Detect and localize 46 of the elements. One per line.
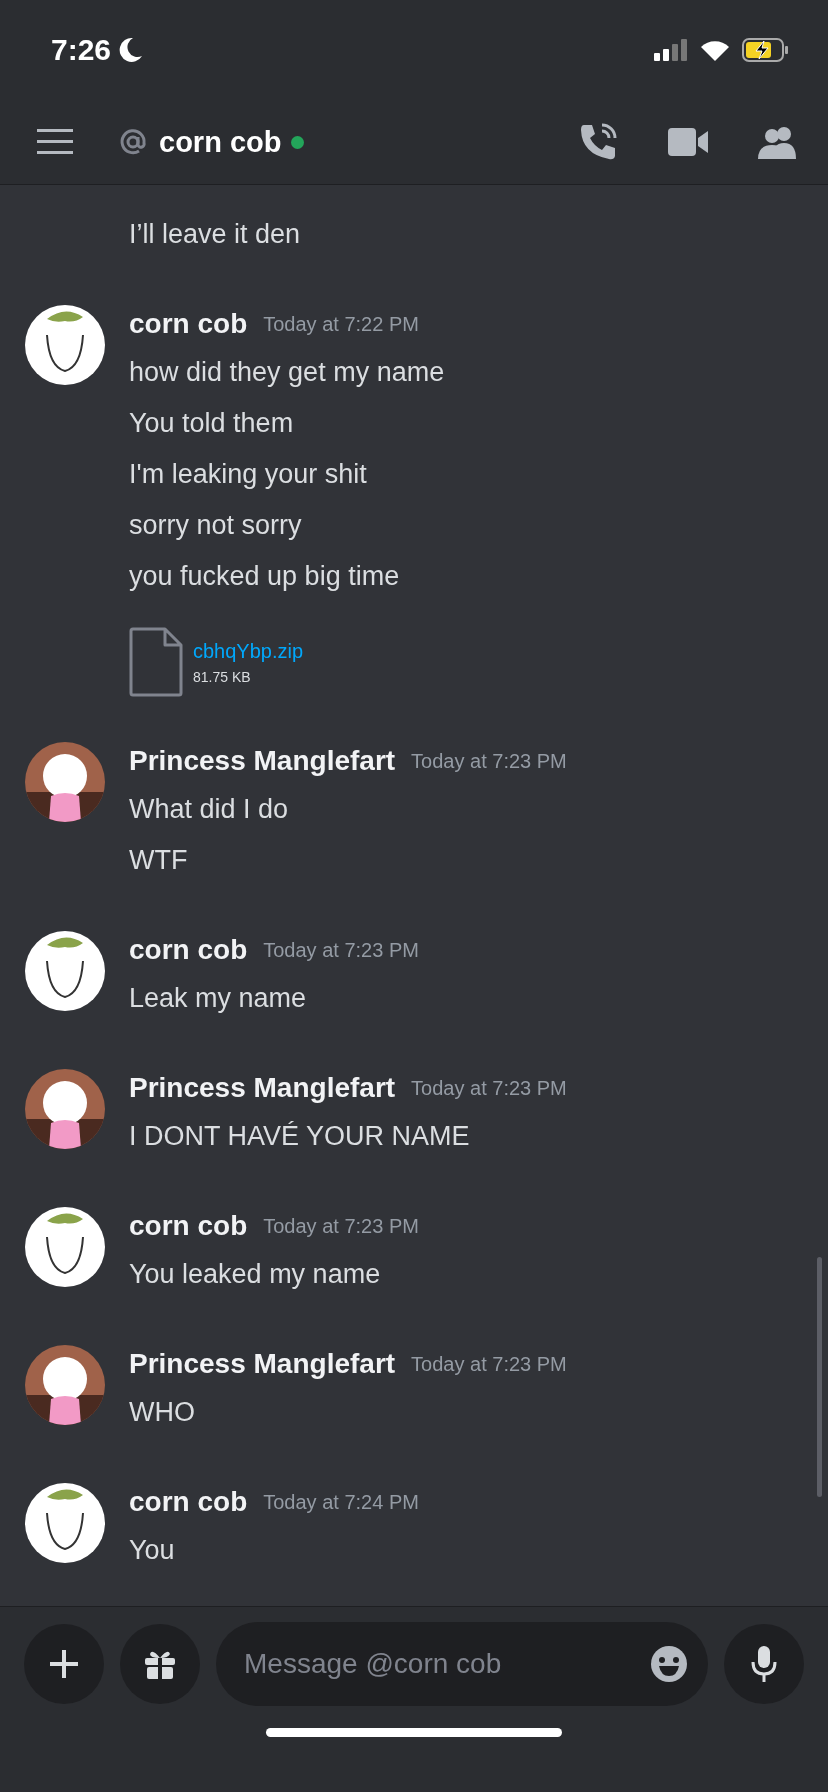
timestamp: Today at 7:23 PM (263, 1214, 419, 1238)
emoji-icon[interactable] (650, 1644, 688, 1683)
file-icon (129, 627, 183, 697)
author-name[interactable]: corn cob (129, 308, 248, 340)
clock-time: 7:26 (51, 33, 112, 67)
message-text: I DONT HAVÉ YOUR NAME (129, 1120, 471, 1153)
message-text: What did I do (129, 793, 290, 826)
message-text: you fucked up big time (129, 560, 401, 593)
author-name[interactable]: corn cob (129, 1486, 248, 1518)
author-name[interactable]: Princess Manglefart (129, 745, 396, 777)
at-sign-icon (119, 128, 147, 156)
microphone-icon (751, 1645, 777, 1682)
timestamp: Today at 7:22 PM (263, 312, 419, 336)
timestamp: Today at 7:23 PM (411, 1076, 567, 1100)
message-text: I’ll leave it den (129, 218, 302, 251)
message-text: sorry not sorry (129, 509, 303, 542)
video-camera-icon[interactable] (668, 128, 708, 156)
file-link[interactable]: cbhqYbp.zip (193, 639, 304, 663)
author-name[interactable]: corn cob (129, 934, 248, 966)
message-text: You told them (129, 407, 295, 440)
author-name[interactable]: Princess Manglefart (129, 1072, 396, 1104)
timestamp: Today at 7:23 PM (411, 1352, 567, 1376)
message-text: WTF (129, 844, 189, 877)
timestamp: Today at 7:24 PM (263, 1490, 419, 1514)
message-text: I'm leaking your shit (129, 458, 368, 491)
timestamp: Today at 7:23 PM (411, 749, 567, 773)
message-input-field[interactable]: Message @corn cob (216, 1621, 708, 1706)
phone-icon[interactable] (578, 122, 618, 162)
battery-icon (742, 38, 790, 62)
author-name[interactable]: corn cob (129, 1210, 248, 1242)
channel-title: corn cob (159, 125, 282, 159)
menu-icon[interactable] (37, 129, 73, 155)
message-text: WHO (129, 1396, 196, 1429)
file-size: 81.75 KB (193, 668, 252, 685)
moon-icon (119, 37, 144, 63)
signal-icon (654, 39, 688, 61)
message-text: You (129, 1534, 176, 1567)
message-text: Leak my name (129, 982, 308, 1015)
timestamp: Today at 7:23 PM (263, 938, 419, 962)
author-name[interactable]: Princess Manglefart (129, 1348, 396, 1380)
message-text: how did they get my name (129, 356, 446, 389)
wifi-icon (700, 39, 730, 61)
plus-icon (50, 1649, 78, 1678)
scrollbar[interactable] (817, 1257, 822, 1497)
message-text: You leaked my name (129, 1258, 382, 1291)
members-icon[interactable] (758, 125, 798, 159)
